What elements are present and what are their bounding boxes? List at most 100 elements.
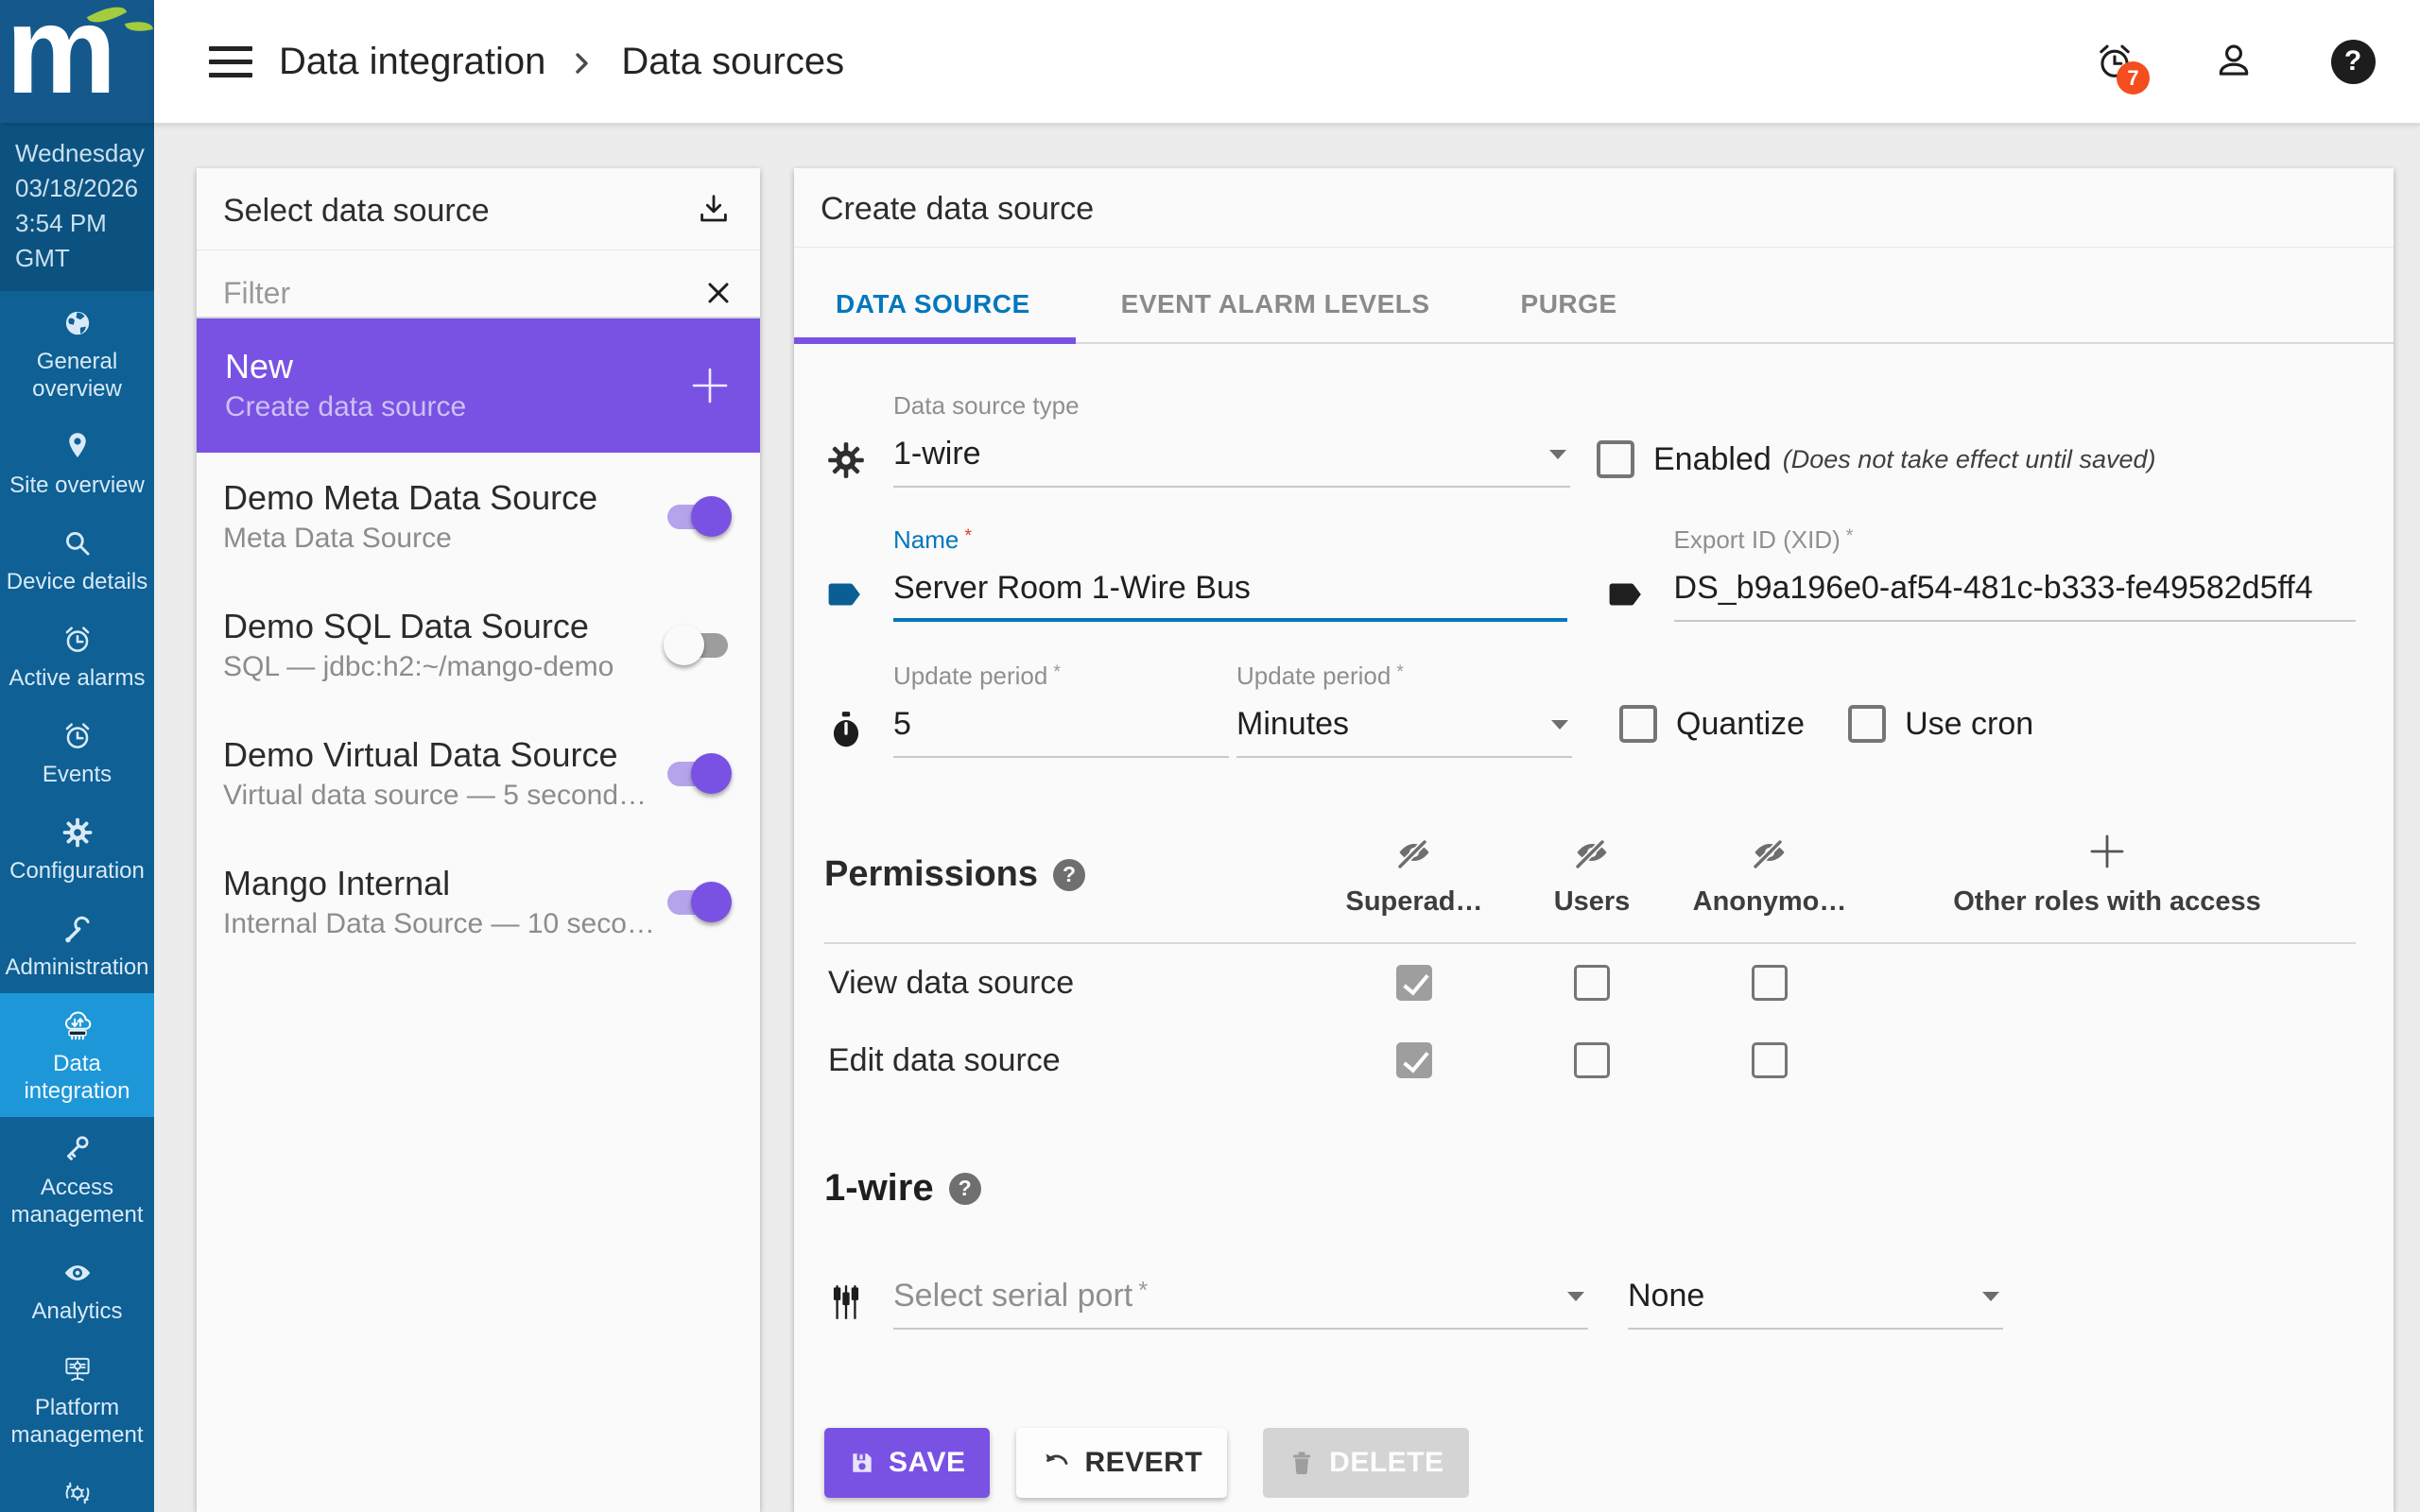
permission-checkbox[interactable] — [1574, 1042, 1610, 1078]
download-icon[interactable] — [694, 191, 734, 231]
sidebar: m Wednesday 03/18/2026 3:54 PM GMT Gener… — [0, 0, 154, 1512]
filter-input[interactable] — [223, 275, 703, 311]
panel-title: Select data source — [223, 192, 490, 229]
data-source-list-panel: Select data source New — [197, 168, 760, 1512]
alarm-clock-icon — [65, 723, 89, 748]
filter-row — [197, 250, 760, 318]
serial-port-select[interactable]: Select serial port — [893, 1278, 1588, 1330]
enabled-checkbox[interactable]: Enabled (Does not take effect until save… — [1597, 440, 2156, 478]
sidebar-nav: General overview Site overview Device de… — [0, 291, 154, 1512]
datetime-panel: Wednesday 03/18/2026 3:54 PM GMT — [0, 123, 154, 291]
name-input[interactable] — [893, 570, 1567, 607]
eye-off-icon[interactable] — [1393, 832, 1435, 873]
new-item-title: New — [225, 347, 294, 386]
secondary-select[interactable]: None — [1628, 1278, 2003, 1330]
sidebar-item-access-management[interactable]: Access management — [0, 1117, 154, 1241]
data-source-item[interactable]: Demo SQL Data Source SQL — jdbc:h2:~/man… — [197, 581, 760, 710]
permission-checkbox[interactable] — [1396, 1042, 1432, 1078]
update-period-field: Update period — [893, 662, 1229, 758]
update-period-input[interactable] — [893, 706, 1229, 743]
update-period-unit-select[interactable]: Update period Minutes — [1236, 662, 1572, 758]
breadcrumb-data-sources[interactable]: Data sources — [621, 41, 844, 83]
tag-icon — [828, 583, 860, 606]
help-icon: ? — [2330, 39, 2376, 84]
magnifier-icon — [65, 532, 90, 556]
tab-data-source[interactable]: DATA SOURCE — [794, 272, 1076, 344]
sidebar-item-platform-management[interactable]: Platform management — [0, 1337, 154, 1461]
data-source-item[interactable]: Demo Virtual Data Source Virtual data so… — [197, 710, 760, 838]
sidebar-item-device-details[interactable]: Device details — [0, 511, 154, 608]
chevron-down-icon — [1549, 449, 1566, 459]
content-area: Select data source New — [154, 124, 2420, 1512]
gear-icon — [62, 817, 92, 848]
create-data-source-panel: Create data source DATA SOURCE EVENT ALA… — [794, 168, 2394, 1512]
delete-button[interactable]: DELETE — [1263, 1428, 1469, 1498]
plus-icon — [692, 368, 728, 404]
topbar: Data integration Data sources 7 ? — [154, 0, 2420, 124]
enable-toggle[interactable] — [667, 496, 732, 537]
sidebar-item-events[interactable]: Events — [0, 704, 154, 800]
sidebar-item-data-integration[interactable]: Data integration — [0, 993, 154, 1117]
permission-checkbox[interactable] — [1752, 965, 1788, 1001]
save-button[interactable]: SAVE — [824, 1428, 991, 1498]
eye-off-icon[interactable] — [1749, 832, 1790, 873]
permissions-heading: Permissions — [824, 854, 1038, 894]
alarm-clock-icon — [65, 627, 89, 652]
mango-logo[interactable]: m — [0, 0, 154, 123]
notification-badge: 7 — [2117, 61, 2150, 94]
help-button[interactable]: ? — [2329, 38, 2377, 85]
leaf-icon — [125, 18, 153, 35]
tab-purge[interactable]: PURGE — [1476, 272, 1663, 342]
main-column: Data integration Data sources 7 ? Select… — [154, 0, 2420, 1512]
chevron-right-icon — [576, 53, 589, 74]
key-icon — [66, 1136, 89, 1160]
add-role-icon[interactable] — [2087, 832, 2127, 871]
stopwatch-icon — [833, 712, 859, 747]
data-source-type-select[interactable]: Data source type 1-wire — [893, 391, 1570, 488]
permission-checkbox[interactable] — [1574, 965, 1610, 1001]
use-cron-checkbox[interactable]: Use cron — [1848, 705, 2033, 743]
data-source-item[interactable]: Demo Meta Data Source Meta Data Source — [197, 453, 760, 581]
new-data-source-item[interactable]: New Create data source — [197, 318, 760, 453]
gear-sync-icon — [65, 1482, 89, 1504]
tab-event-alarm-levels[interactable]: EVENT ALARM LEVELS — [1076, 272, 1476, 342]
weekday-label: Wednesday — [15, 139, 145, 167]
user-button[interactable] — [2210, 38, 2257, 85]
sidebar-item-event-handlers[interactable]: Event — [0, 1461, 154, 1512]
sidebar-item-analytics[interactable]: Analytics — [0, 1241, 154, 1337]
help-icon[interactable]: ? — [948, 1172, 981, 1205]
data-source-item[interactable]: Mango Internal Internal Data Source — 10… — [197, 838, 760, 967]
permission-checkbox[interactable] — [1752, 1042, 1788, 1078]
chevron-down-icon — [1982, 1291, 1999, 1301]
date-label: 03/18/2026 — [15, 174, 139, 202]
clear-filter-icon[interactable] — [703, 278, 734, 308]
gear-icon — [828, 442, 864, 478]
eye-off-icon[interactable] — [1571, 832, 1613, 873]
name-field: Name — [893, 525, 1567, 622]
xid-input[interactable] — [1673, 570, 2356, 607]
notifications-button[interactable]: 7 — [2091, 38, 2150, 94]
help-icon[interactable]: ? — [1053, 858, 1085, 891]
trash-icon — [1293, 1452, 1311, 1474]
enable-toggle[interactable] — [667, 753, 732, 794]
revert-button[interactable]: REVERT — [1016, 1428, 1228, 1498]
enable-toggle[interactable] — [667, 882, 732, 922]
save-icon — [853, 1453, 872, 1472]
eye-icon — [64, 1265, 90, 1280]
sidebar-item-site-overview[interactable]: Site overview — [0, 415, 154, 511]
editor-title: Create data source — [821, 191, 1095, 227]
permission-row: View data source — [824, 944, 2356, 1022]
sidebar-item-configuration[interactable]: Configuration — [0, 800, 154, 897]
permission-checkbox[interactable] — [1396, 965, 1432, 1001]
sidebar-item-general-overview[interactable]: General overview — [0, 291, 154, 415]
enable-toggle[interactable] — [664, 625, 728, 665]
sidebar-item-administration[interactable]: Administration — [0, 897, 154, 993]
sidebar-item-active-alarms[interactable]: Active alarms — [0, 608, 154, 704]
quantize-checkbox[interactable]: Quantize — [1619, 705, 1805, 743]
cloud-transfer-icon — [64, 1011, 91, 1040]
data-source-list: Demo Meta Data Source Meta Data Source D… — [197, 453, 760, 967]
menu-icon[interactable] — [209, 45, 252, 77]
tag-icon — [1609, 583, 1641, 606]
chevron-down-icon — [1551, 719, 1568, 730]
breadcrumb-data-integration[interactable]: Data integration — [279, 41, 545, 83]
